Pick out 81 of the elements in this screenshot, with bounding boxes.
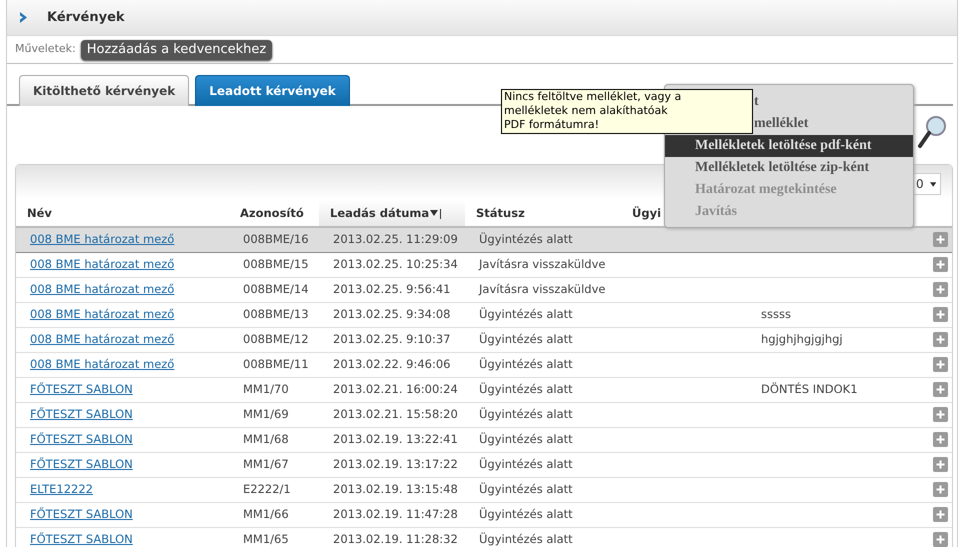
plus-icon[interactable] <box>933 482 948 498</box>
plus-icon[interactable] <box>933 407 948 422</box>
request-link[interactable]: 008 BME határozat mező <box>30 356 174 371</box>
request-link[interactable]: 008 BME határozat mező <box>30 332 174 346</box>
plus-icon[interactable] <box>933 382 948 398</box>
menu-item: Javítás <box>694 203 738 221</box>
table-cell: Ügyintézés alatt <box>465 377 621 402</box>
favorite-button[interactable]: Hozzáadás a kedvencekhez <box>80 40 272 60</box>
request-link[interactable]: 008 BME határozat mező <box>30 306 174 321</box>
table-cell: MM1/66 <box>229 502 319 527</box>
menu-item[interactable]: Mellékletek letöltése pdf-ként <box>665 135 913 157</box>
plus-icon[interactable] <box>933 232 948 248</box>
table-cell: 2013.02.21. 16:00:24 <box>319 377 465 402</box>
table-cell: 2013.02.25. 9:56:41 <box>319 277 465 302</box>
table-cell: MM1/69 <box>229 402 319 427</box>
table-cell: 008BME/14 <box>229 277 319 302</box>
plus-icon[interactable] <box>933 332 948 348</box>
table-cell: Javításra visszaküldve <box>465 252 621 277</box>
table-cell: 2013.02.25. 9:34:08 <box>319 302 465 327</box>
caret-icon <box>930 182 936 186</box>
table-cell: 2013.02.25. 9:10:37 <box>319 327 465 352</box>
plus-icon[interactable] <box>933 432 948 448</box>
table-cell: sssss <box>761 306 791 321</box>
menu-item: Határozat megtekintése <box>694 181 838 199</box>
page-size-select[interactable]: 0 <box>911 173 941 195</box>
table-cell: 2013.02.19. 13:22:41 <box>319 427 465 452</box>
table-cell: MM1/70 <box>229 377 319 402</box>
plus-icon[interactable] <box>933 357 948 372</box>
plus-icon[interactable] <box>933 257 948 272</box>
request-link[interactable]: ELTE12222 <box>30 482 93 496</box>
page-title: Kérvények <box>47 8 125 27</box>
request-link[interactable]: FŐTESZT SABLON <box>30 406 133 421</box>
request-link[interactable]: 008 BME határozat mező <box>30 256 174 271</box>
actions-label: Műveletek: <box>15 41 76 58</box>
request-link[interactable]: FŐTESZT SABLON <box>30 382 133 396</box>
chevron-icon <box>19 11 29 24</box>
table-cell: 2013.02.21. 15:58:20 <box>319 402 465 427</box>
table-cell: 008BME/16 <box>229 227 319 252</box>
request-link[interactable]: FŐTESZT SABLON <box>30 532 133 546</box>
tab[interactable]: Leadott kérvények <box>195 75 350 106</box>
table-cell: DÖNTÉS INDOK1 <box>761 382 858 396</box>
table-cell: MM1/65 <box>229 527 319 547</box>
table-cell: Ügyintézés alatt <box>465 402 621 427</box>
plus-icon[interactable] <box>933 282 948 298</box>
table-cell: 2013.02.25. 10:25:34 <box>319 252 465 277</box>
table-cell: hgjghjhgjgjhgj <box>761 332 843 346</box>
tab[interactable]: Kitölthető kérvények <box>19 75 190 106</box>
table-cell: Ügyintézés alatt <box>465 477 621 502</box>
table-cell: Ügyintézés alatt <box>465 302 621 327</box>
table-cell: 2013.02.25. 11:29:09 <box>319 227 465 252</box>
request-link[interactable]: FŐTESZT SABLON <box>30 506 133 521</box>
table-cell: Ügyintézés alatt <box>465 352 621 377</box>
plus-icon[interactable] <box>933 507 948 522</box>
table-cell: MM1/68 <box>229 427 319 452</box>
table-cell: Javításra visszaküldve <box>465 277 621 302</box>
table-cell: 2013.02.22. 9:46:06 <box>319 352 465 377</box>
table-cell: Ügyintézés alatt <box>465 452 621 477</box>
table-cell: Ügyintézés alatt <box>465 327 621 352</box>
table-cell: 2013.02.19. 13:17:22 <box>319 452 465 477</box>
table-cell: 008BME/12 <box>229 327 319 352</box>
table-cell: 008BME/13 <box>229 302 319 327</box>
table-cell: MM1/67 <box>229 452 319 477</box>
table-cell: Ügyintézés alatt <box>465 527 621 547</box>
menu-item[interactable]: Mellékletek letöltése zip-ként <box>665 157 913 179</box>
table-cell: 008BME/11 <box>229 352 319 377</box>
table-cell: Ügyintézés alatt <box>465 227 621 252</box>
table-cell: 2013.02.19. 11:28:32 <box>319 527 465 547</box>
tooltip: Nincs feltöltve melléklet, vagy a mellékletek nem alakíthatóak PDF formátumra! <box>501 89 753 134</box>
plus-icon[interactable] <box>933 307 948 322</box>
request-link[interactable]: FŐTESZT SABLON <box>30 456 133 471</box>
table-cell: Ügyintézés alatt <box>465 502 621 527</box>
request-link[interactable]: 008 BME határozat mező <box>30 282 174 296</box>
plus-icon[interactable] <box>933 532 948 547</box>
table-cell: 2013.02.19. 13:15:48 <box>319 477 465 502</box>
table-cell: 2013.02.19. 11:47:28 <box>319 502 465 527</box>
plus-icon[interactable] <box>933 457 948 472</box>
sort-icon <box>430 208 442 220</box>
table-cell: 008BME/15 <box>229 252 319 277</box>
request-link[interactable]: FŐTESZT SABLON <box>30 432 133 446</box>
table-cell: E2222/1 <box>229 477 319 502</box>
table-cell: Ügyintézés alatt <box>465 427 621 452</box>
